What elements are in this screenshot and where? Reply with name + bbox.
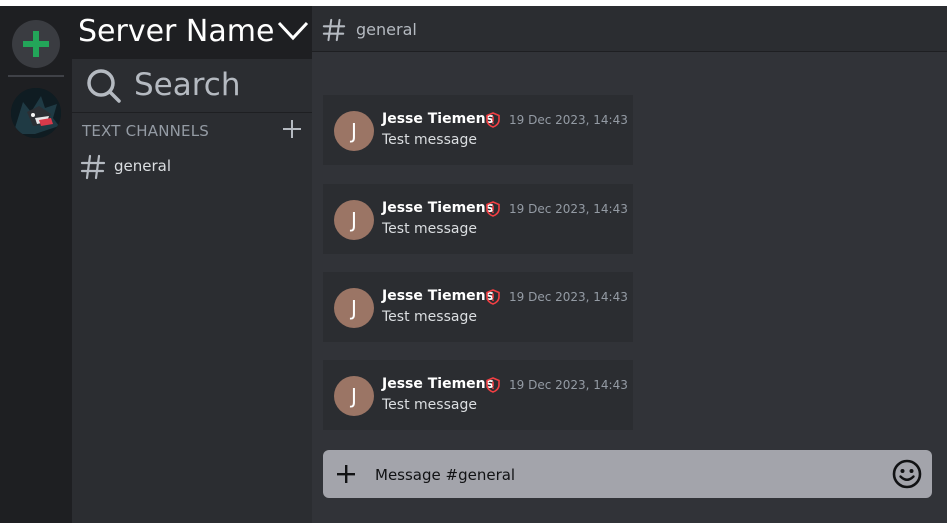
message-item[interactable]: J Jesse Tiemens 19 Dec 2023, 14:43 Test …: [323, 272, 633, 342]
avatar[interactable]: J: [334, 111, 374, 151]
message-author[interactable]: Jesse Tiemens: [382, 376, 494, 392]
message-author[interactable]: Jesse Tiemens: [382, 288, 494, 304]
message-timestamp: 19 Dec 2023, 14:43: [509, 113, 628, 127]
search-icon: [87, 69, 121, 103]
avatar[interactable]: J: [334, 288, 374, 328]
shield-icon: [486, 201, 500, 217]
message-timestamp: 19 Dec 2023, 14:43: [509, 202, 628, 216]
message-timestamp: 19 Dec 2023, 14:43: [509, 290, 628, 304]
server-avatar[interactable]: [11, 88, 61, 138]
add-server-button[interactable]: [12, 20, 60, 68]
channel-header: general: [312, 6, 947, 52]
message-composer: [323, 450, 932, 500]
emoji-icon[interactable]: [892, 459, 922, 489]
hash-icon: [80, 154, 106, 180]
message-text: Test message: [382, 309, 477, 325]
attach-plus-icon[interactable]: [335, 463, 357, 485]
chat-area: general J Jesse Tiemens 19 Dec 2023, 14:…: [312, 6, 947, 523]
message-author[interactable]: Jesse Tiemens: [382, 200, 494, 216]
message-text: Test message: [382, 397, 477, 413]
shield-icon: [486, 112, 500, 128]
add-channel-icon[interactable]: [282, 119, 302, 139]
message-timestamp: 19 Dec 2023, 14:43: [509, 378, 628, 392]
message-item[interactable]: J Jesse Tiemens 19 Dec 2023, 14:43 Test …: [323, 95, 633, 165]
channel-title: general: [356, 20, 417, 39]
server-header[interactable]: Server Name: [72, 6, 312, 59]
channel-label: general: [114, 157, 172, 175]
message-text: Test message: [382, 132, 477, 148]
avatar[interactable]: J: [334, 376, 374, 416]
search-placeholder: Search: [134, 67, 241, 103]
message-item[interactable]: J Jesse Tiemens 19 Dec 2023, 14:43 Test …: [323, 184, 633, 254]
hash-icon: [322, 18, 346, 42]
plus-icon: [23, 31, 49, 57]
chevron-down-icon: [277, 21, 309, 41]
server-rail: [0, 6, 72, 523]
text-channels-label: TEXT CHANNELS: [82, 122, 209, 140]
avatar[interactable]: J: [334, 200, 374, 240]
message-item[interactable]: J Jesse Tiemens 19 Dec 2023, 14:43 Test …: [323, 360, 633, 430]
message-input[interactable]: [373, 450, 887, 500]
search-box[interactable]: Search: [72, 59, 312, 113]
rail-divider: [8, 75, 64, 77]
message-text: Test message: [382, 221, 477, 237]
channel-sidebar: Server Name Search TEXT CHANNELS general: [72, 6, 312, 523]
channel-item-general[interactable]: general: [78, 152, 306, 182]
app-window: Server Name Search TEXT CHANNELS general…: [0, 6, 947, 523]
shield-icon: [486, 289, 500, 305]
message-author[interactable]: Jesse Tiemens: [382, 111, 494, 127]
server-name: Server Name: [78, 14, 275, 49]
shield-icon: [486, 377, 500, 393]
